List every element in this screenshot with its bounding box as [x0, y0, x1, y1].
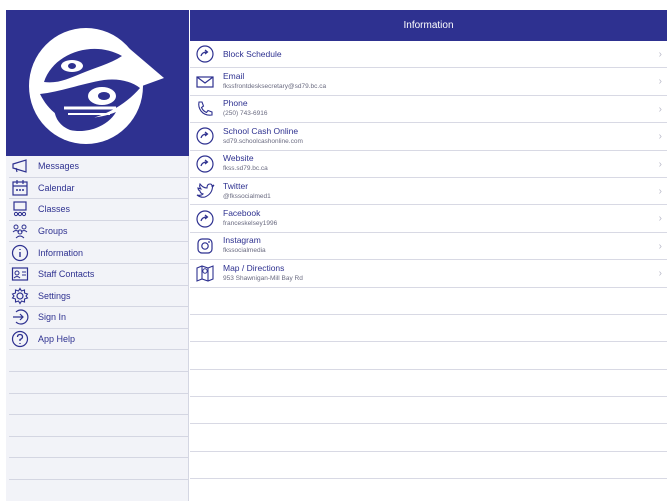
info-row-school-cash-online[interactable]: School Cash Online sd79.schoolcashonline… — [190, 123, 667, 151]
row-title: Phone — [223, 98, 248, 109]
empty-row — [190, 452, 667, 480]
chevron-right-icon: › — [658, 213, 662, 225]
row-title: Instagram — [223, 235, 261, 246]
empty-row — [190, 315, 667, 343]
row-subtitle: fkss.sd79.bc.ca — [223, 165, 268, 173]
envelope-icon — [194, 71, 216, 93]
contact-card-icon — [10, 264, 30, 284]
info-icon — [10, 243, 30, 263]
row-title: Map / Directions — [223, 262, 285, 273]
empty-row — [190, 424, 667, 452]
row-subtitle: fkssocialmedia — [223, 247, 266, 255]
empty-row — [190, 288, 667, 315]
row-title: Website — [223, 153, 254, 164]
sidebar-item-classes[interactable]: Classes — [9, 199, 189, 221]
logo-area — [6, 10, 189, 156]
sidebar-empty-row — [9, 350, 189, 372]
info-row-twitter[interactable]: Twitter @fkssocialmed1 › — [190, 178, 667, 206]
sidebar-item-staff-contacts[interactable]: Staff Contacts — [9, 264, 189, 286]
sidebar-empty-row — [9, 372, 189, 394]
top-bar: Information — [190, 10, 667, 41]
info-row-instagram[interactable]: Instagram fkssocialmedia › — [190, 233, 667, 261]
chevron-right-icon: › — [658, 158, 662, 170]
chevron-right-icon: › — [658, 240, 662, 252]
sidebar-item-label: Groups — [38, 226, 68, 237]
row-subtitle: sd79.schoolcashonline.com — [223, 137, 303, 145]
school-logo — [29, 28, 164, 144]
help-icon — [10, 329, 30, 349]
sidebar-item-label: Messages — [38, 161, 80, 172]
row-subtitle: 953 Shawnigan-Mill Bay Rd — [223, 274, 303, 282]
sidebar-item-label: Information — [38, 247, 84, 258]
share-arrow-icon — [194, 153, 216, 175]
row-subtitle: (250) 743-6916 — [223, 110, 268, 118]
row-title: Twitter — [223, 180, 249, 191]
groups-icon — [10, 221, 30, 241]
classes-icon — [10, 199, 30, 219]
chevron-right-icon: › — [658, 103, 662, 115]
sidebar-item-label: App Help — [38, 334, 76, 345]
sidebar-item-label: Calendar — [38, 182, 75, 193]
instagram-icon — [194, 235, 216, 257]
empty-row — [190, 342, 667, 370]
share-arrow-icon — [194, 43, 216, 65]
sidebar-empty-row — [9, 437, 189, 459]
main-panel: Information Block Schedule › Email fkssf… — [190, 10, 667, 501]
sidebar-nav: Messages Calendar Classes Groups Informa… — [6, 156, 189, 480]
share-arrow-icon — [194, 125, 216, 147]
info-row-phone[interactable]: Phone (250) 743-6916 › — [190, 96, 667, 124]
sidebar: Messages Calendar Classes Groups Informa… — [6, 10, 189, 501]
sidebar-empty-row — [9, 458, 189, 480]
sidebar-item-groups[interactable]: Groups — [9, 221, 189, 243]
sidebar-item-label: Classes — [38, 204, 71, 215]
empty-row — [190, 397, 667, 425]
row-title: Block Schedule — [223, 48, 282, 59]
row-subtitle: @fkssocialmed1 — [223, 192, 271, 200]
row-title: Email — [223, 71, 245, 82]
row-title: School Cash Online — [223, 125, 299, 136]
chevron-right-icon: › — [658, 131, 662, 143]
app-window: Messages Calendar Classes Groups Informa… — [6, 10, 667, 501]
row-subtitle: franceskelsey1996 — [223, 220, 278, 228]
map-pin-icon — [194, 262, 216, 284]
row-title: Facebook — [223, 208, 261, 219]
info-row-map-directions[interactable]: Map / Directions 953 Shawnigan-Mill Bay … — [190, 260, 667, 288]
sidebar-item-label: Settings — [38, 290, 71, 301]
info-row-website[interactable]: Website fkss.sd79.bc.ca › — [190, 151, 667, 178]
sign-in-icon — [10, 307, 30, 327]
sidebar-item-information[interactable]: Information — [9, 242, 189, 264]
chevron-right-icon: › — [658, 76, 662, 88]
chevron-right-icon: › — [658, 49, 662, 60]
row-subtitle: fkssfrontdesksecretary@sd79.bc.ca — [223, 83, 327, 91]
sidebar-item-sign-in[interactable]: Sign In — [9, 307, 189, 329]
info-row-block-schedule[interactable]: Block Schedule › — [190, 41, 667, 69]
gear-icon — [10, 286, 30, 306]
empty-row — [190, 370, 667, 398]
sidebar-item-label: Sign In — [38, 312, 67, 323]
calendar-icon — [10, 178, 30, 198]
sidebar-empty-row — [9, 394, 189, 416]
twitter-icon — [194, 180, 216, 202]
sidebar-item-messages[interactable]: Messages — [9, 156, 189, 178]
share-arrow-icon — [194, 208, 216, 230]
sidebar-empty-row — [9, 415, 189, 437]
sidebar-item-settings[interactable]: Settings — [9, 286, 189, 308]
sidebar-item-label: Staff Contacts — [38, 269, 95, 280]
info-row-email[interactable]: Email fkssfrontdesksecretary@sd79.bc.ca … — [190, 68, 667, 96]
chevron-right-icon: › — [658, 185, 662, 197]
megaphone-icon — [10, 156, 30, 176]
phone-icon — [194, 98, 216, 120]
sidebar-item-app-help[interactable]: App Help — [9, 329, 189, 351]
sidebar-item-calendar[interactable]: Calendar — [9, 178, 189, 200]
page-title: Information — [403, 20, 454, 31]
info-row-facebook[interactable]: Facebook franceskelsey1996 › — [190, 205, 667, 233]
chevron-right-icon: › — [658, 268, 662, 280]
